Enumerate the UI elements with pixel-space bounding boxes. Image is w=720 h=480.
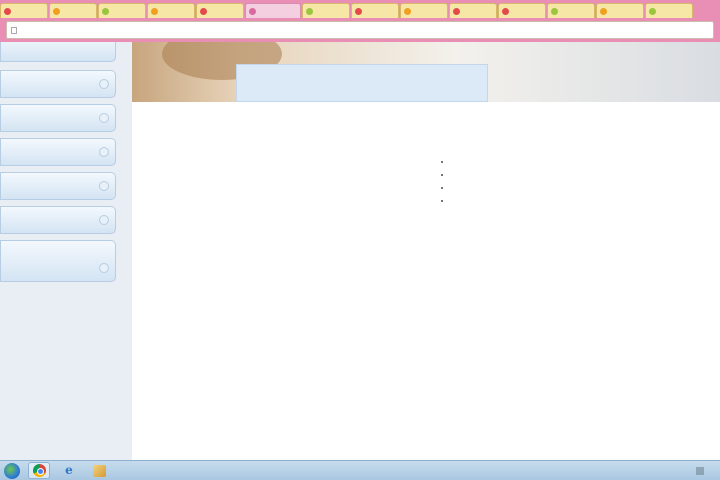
tab-favicon-icon (355, 7, 362, 15)
content-panel (132, 42, 720, 460)
ingredient-item (452, 170, 690, 180)
article-intro (170, 142, 402, 153)
address-bar[interactable] (6, 21, 714, 39)
page-viewport (0, 42, 720, 460)
browser-tab[interactable] (196, 3, 244, 18)
browser-tab[interactable] (449, 3, 497, 18)
browser-tab[interactable] (351, 3, 399, 18)
browser-tab[interactable] (302, 3, 350, 18)
left-navigation (0, 42, 118, 460)
ingredient-item (452, 196, 690, 206)
taskbar-ie[interactable]: e (58, 462, 80, 479)
taskbar-paint[interactable] (88, 462, 110, 479)
browser-tab-active[interactable] (245, 3, 301, 18)
tab-favicon-icon (249, 7, 256, 15)
nav-item[interactable] (0, 240, 116, 282)
ingredients-list (452, 157, 690, 206)
recipe-card (434, 144, 690, 219)
tab-favicon-icon (649, 7, 656, 15)
browser-tab[interactable] (547, 3, 595, 18)
browser-tab[interactable] (49, 3, 97, 18)
tab-favicon-icon (200, 7, 207, 15)
tab-favicon-icon (551, 7, 558, 15)
browser-tab[interactable] (98, 3, 146, 18)
nav-item[interactable] (0, 70, 116, 98)
ie-icon: e (65, 463, 73, 477)
tab-favicon-icon (306, 7, 313, 15)
page-icon (11, 26, 17, 34)
tab-favicon-icon (151, 7, 158, 15)
browser-tab[interactable] (498, 3, 546, 18)
chevron-icon (99, 113, 109, 123)
header-banner-image (132, 42, 720, 102)
chevron-icon (99, 79, 109, 89)
nav-item[interactable] (0, 42, 116, 62)
browser-tab[interactable] (596, 3, 644, 18)
chevron-icon (99, 147, 109, 157)
chevron-icon (99, 181, 109, 191)
taskbar-chrome[interactable] (28, 462, 50, 479)
windows-taskbar: e (0, 460, 720, 480)
nav-item[interactable] (0, 206, 116, 234)
chevron-icon (99, 263, 109, 273)
tab-favicon-icon (102, 7, 109, 15)
system-tray (696, 466, 712, 475)
nav-item[interactable] (0, 138, 116, 166)
browser-tab[interactable] (0, 3, 48, 18)
ingredient-item (452, 183, 690, 193)
browser-tab-strip (0, 0, 720, 18)
tab-favicon-icon (53, 7, 60, 15)
tray-icon[interactable] (696, 466, 704, 475)
tab-favicon-icon (404, 7, 411, 15)
nav-item[interactable] (0, 172, 116, 200)
tab-favicon-icon (502, 7, 509, 15)
nav-item[interactable] (0, 104, 116, 132)
tab-favicon-icon (600, 7, 607, 15)
browser-toolbar (0, 18, 720, 42)
start-button[interactable] (4, 462, 20, 479)
page-title (236, 64, 488, 102)
chrome-icon (32, 464, 46, 477)
tab-favicon-icon (453, 7, 460, 15)
chevron-icon (99, 215, 109, 225)
browser-tab[interactable] (147, 3, 195, 18)
browser-tab[interactable] (400, 3, 448, 18)
browser-tab[interactable] (645, 3, 693, 18)
tab-favicon-icon (4, 7, 11, 15)
paint-icon (92, 464, 106, 477)
ingredient-item (452, 157, 690, 167)
